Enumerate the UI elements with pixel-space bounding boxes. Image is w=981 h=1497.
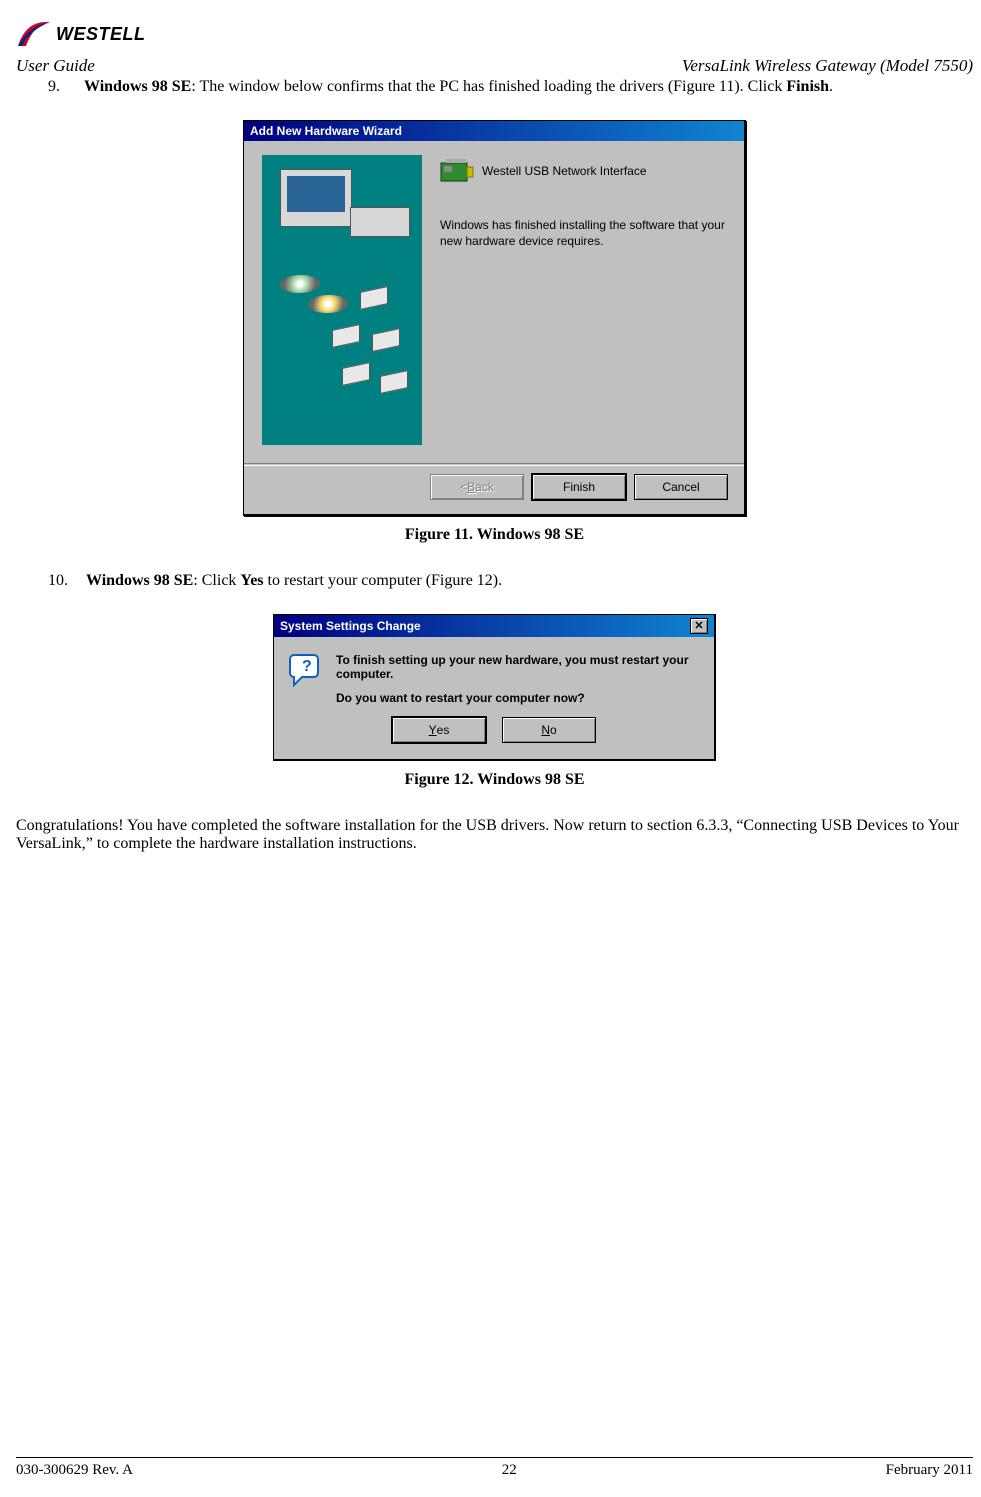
footer-center: 22 <box>502 1462 517 1479</box>
step-9-text: Windows 98 SE: The window below confirms… <box>84 78 833 96</box>
brand-logo: WESTELL <box>16 16 973 52</box>
footer-right: February 2011 <box>886 1462 973 1479</box>
figure-11: Add New Hardware Wizard Westell USB Netw… <box>16 120 973 516</box>
step-9: 9. Windows 98 SE: The window below confi… <box>48 78 973 96</box>
brand-text: WESTELL <box>56 24 146 45</box>
wizard-artwork <box>262 155 422 445</box>
footer-left: 030-300629 Rev. A <box>16 1462 133 1479</box>
cancel-button[interactable]: Cancel <box>634 474 728 500</box>
page-header: User Guide VersaLink Wireless Gateway (M… <box>16 56 973 76</box>
step-10-text: Windows 98 SE: Click Yes to restart your… <box>86 572 502 590</box>
no-button[interactable]: No <box>502 717 596 743</box>
congrats-text: Congratulations! You have completed the … <box>16 817 973 853</box>
figure-11-caption: Figure 11. Windows 98 SE <box>16 526 973 544</box>
wizard-message: Windows has finished installing the soft… <box>440 217 726 249</box>
device-row: Westell USB Network Interface <box>440 157 726 185</box>
page-footer: 030-300629 Rev. A 22 February 2011 <box>16 1457 973 1479</box>
device-name: Westell USB Network Interface <box>482 164 647 178</box>
header-right: VersaLink Wireless Gateway (Model 7550) <box>682 56 973 76</box>
hardware-wizard-window: Add New Hardware Wizard Westell USB Netw… <box>243 120 746 516</box>
question-icon: ? <box>288 653 322 687</box>
swoosh-icon <box>16 16 52 52</box>
dialog-line1: To finish setting up your new hardware, … <box>336 653 702 681</box>
dialog-title-text: System Settings Change <box>280 619 421 633</box>
dialog-titlebar: System Settings Change ✕ <box>274 615 714 637</box>
finish-button[interactable]: Finish <box>532 474 626 500</box>
figure-12-caption: Figure 12. Windows 98 SE <box>16 771 973 789</box>
yes-button[interactable]: Yes <box>392 717 486 743</box>
back-button[interactable]: < Back <box>430 474 524 500</box>
network-card-icon <box>440 157 474 185</box>
wizard-titlebar: Add New Hardware Wizard <box>244 121 744 141</box>
step-10: 10. Windows 98 SE: Click Yes to restart … <box>48 572 973 590</box>
close-icon[interactable]: ✕ <box>690 618 708 634</box>
svg-text:?: ? <box>302 658 312 675</box>
dialog-line2: Do you want to restart your computer now… <box>336 691 702 705</box>
header-left: User Guide <box>16 56 95 76</box>
step-9-number: 9. <box>48 78 66 96</box>
restart-dialog: System Settings Change ✕ ? To finish set… <box>273 614 716 761</box>
figure-12: System Settings Change ✕ ? To finish set… <box>16 614 973 761</box>
step-10-number: 10. <box>48 572 68 590</box>
